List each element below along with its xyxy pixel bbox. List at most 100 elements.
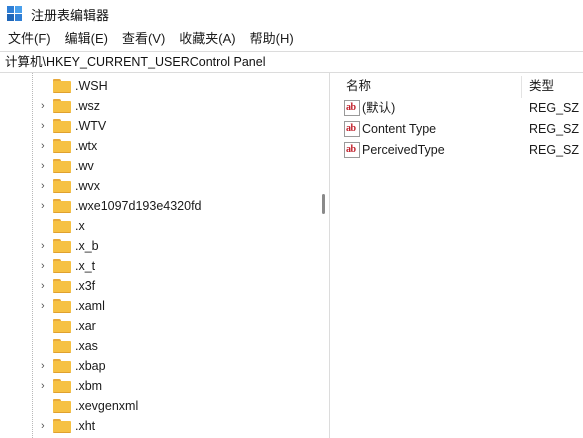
tree-item-label: .xbap [75, 359, 106, 373]
value-name: (默认) [362, 101, 396, 115]
folder-icon [53, 119, 71, 133]
tree-item[interactable]: › .xht [0, 416, 318, 436]
value-name: Content Type [362, 122, 437, 136]
menu-file[interactable]: 文件(F) [0, 28, 58, 50]
tree-item-label: .x_b [75, 239, 99, 253]
folder-icon [53, 359, 71, 373]
ab-string-icon: ab [344, 100, 360, 116]
tree-item-label: .wtx [75, 139, 98, 153]
folder-icon [53, 339, 71, 353]
registry-icon [7, 6, 23, 22]
folder-icon [53, 279, 71, 293]
tree-item[interactable]: › .xaml [0, 296, 318, 316]
address-bar[interactable]: 计算机\HKEY_CURRENT_USERControl Panel [0, 51, 583, 73]
tree-item[interactable]: › .wxe1097d193e4320fd [0, 196, 318, 216]
menu-edit[interactable]: 编辑(E) [58, 28, 115, 50]
chevron-right-icon[interactable]: › [41, 161, 51, 172]
folder-icon [53, 179, 71, 193]
folder-icon [53, 419, 71, 433]
value-name: PerceivedType [362, 143, 445, 157]
tree-item[interactable]: › .x_b [0, 236, 318, 256]
folder-icon [53, 219, 71, 233]
tree-item[interactable]: › .x_t [0, 256, 318, 276]
list-header: 名称 类型 [336, 76, 583, 98]
tree-item-label: .wv [75, 159, 94, 173]
value-row[interactable]: ab (默认) REG_SZ [336, 98, 583, 119]
folder-icon [53, 319, 71, 333]
ab-string-icon: ab [344, 142, 360, 158]
folder-icon [53, 159, 71, 173]
ab-glyph: ab [346, 144, 356, 155]
chevron-right-icon[interactable]: › [41, 301, 51, 312]
tree-item-label: .x [75, 219, 85, 233]
folder-icon [53, 139, 71, 153]
chevron-right-icon[interactable]: › [41, 281, 51, 292]
tree-item[interactable]: › .xbap [0, 356, 318, 376]
title-bar: 注册表编辑器 [0, 0, 583, 28]
tree-item-label: .WTV [75, 119, 107, 133]
tree-item[interactable]: › .wtx [0, 136, 318, 156]
tree-item[interactable]: › .wsz [0, 96, 318, 116]
folder-icon [53, 379, 71, 393]
column-header-type[interactable]: 类型 [529, 76, 554, 96]
folder-icon [53, 199, 71, 213]
column-divider[interactable] [521, 76, 522, 98]
tree-item-label: .xht [75, 419, 96, 433]
tree-item-label: .wsz [75, 99, 100, 113]
column-header-name[interactable]: 名称 [346, 76, 371, 96]
tree-item[interactable]: .x [0, 216, 318, 236]
ab-glyph: ab [346, 123, 356, 134]
tree-item-label: .xas [75, 339, 98, 353]
value-row[interactable]: ab PerceivedType REG_SZ [336, 140, 583, 161]
tree-item[interactable]: › .wvx [0, 176, 318, 196]
folder-icon [53, 299, 71, 313]
tree-item[interactable]: › .x3f [0, 276, 318, 296]
menu-bar: 文件(F) 编辑(E) 查看(V) 收藏夹(A) 帮助(H) [0, 28, 583, 50]
tree-item-label: .wvx [75, 179, 100, 193]
folder-icon [53, 239, 71, 253]
ab-glyph: ab [346, 102, 356, 113]
folder-icon [53, 79, 71, 93]
chevron-right-icon[interactable]: › [41, 121, 51, 132]
chevron-right-icon[interactable]: › [41, 141, 51, 152]
ab-string-icon: ab [344, 121, 360, 137]
chevron-right-icon[interactable]: › [41, 361, 51, 372]
tree-item[interactable]: › .wv [0, 156, 318, 176]
tree-scrollbar[interactable] [318, 73, 330, 438]
tree-item-label: .wxe1097d193e4320fd [75, 199, 202, 213]
tree-item-label: .x3f [75, 279, 96, 293]
folder-icon [53, 259, 71, 273]
tree-item[interactable]: .xevgenxml [0, 396, 318, 416]
folder-icon [53, 99, 71, 113]
chevron-right-icon[interactable]: › [41, 381, 51, 392]
tree-item-label: .xaml [75, 299, 105, 313]
menu-view[interactable]: 查看(V) [115, 28, 172, 50]
window-title: 注册表编辑器 [31, 7, 110, 23]
folder-icon [53, 399, 71, 413]
tree-item-label: .xbm [75, 379, 103, 393]
value-row[interactable]: ab Content Type REG_SZ [336, 119, 583, 140]
menu-favorites[interactable]: 收藏夹(A) [172, 28, 242, 50]
tree-item-label: .WSH [75, 79, 108, 93]
tree-item-label: .xevgenxml [75, 399, 139, 413]
chevron-right-icon[interactable]: › [41, 241, 51, 252]
scrollbar-thumb[interactable] [322, 194, 325, 214]
tree-item[interactable]: .WSH [0, 76, 318, 96]
tree-item[interactable]: .xar [0, 316, 318, 336]
tree-item[interactable]: › .WTV [0, 116, 318, 136]
chevron-right-icon[interactable]: › [41, 101, 51, 112]
tree-item-label: .xar [75, 319, 96, 333]
chevron-right-icon[interactable]: › [41, 261, 51, 272]
chevron-right-icon[interactable]: › [41, 421, 51, 432]
value-type: REG_SZ [529, 122, 580, 136]
tree-item[interactable]: .xas [0, 336, 318, 356]
key-tree[interactable]: .WSH › .wsz › .WTV › .wtx › .wv › .wvx › .wxe1097d19… [0, 73, 330, 438]
chevron-right-icon[interactable]: › [41, 201, 51, 212]
value-type: REG_SZ [529, 143, 580, 157]
menu-help[interactable]: 帮助(H) [243, 28, 301, 50]
tree-item[interactable]: › .xbm [0, 376, 318, 396]
value-list[interactable]: 名称 类型 ab (默认) REG_SZ ab Content Type REG_SZ ab… [336, 73, 583, 438]
chevron-right-icon[interactable]: › [41, 181, 51, 192]
tree-item-label: .x_t [75, 259, 96, 273]
value-type: REG_SZ [529, 101, 580, 115]
